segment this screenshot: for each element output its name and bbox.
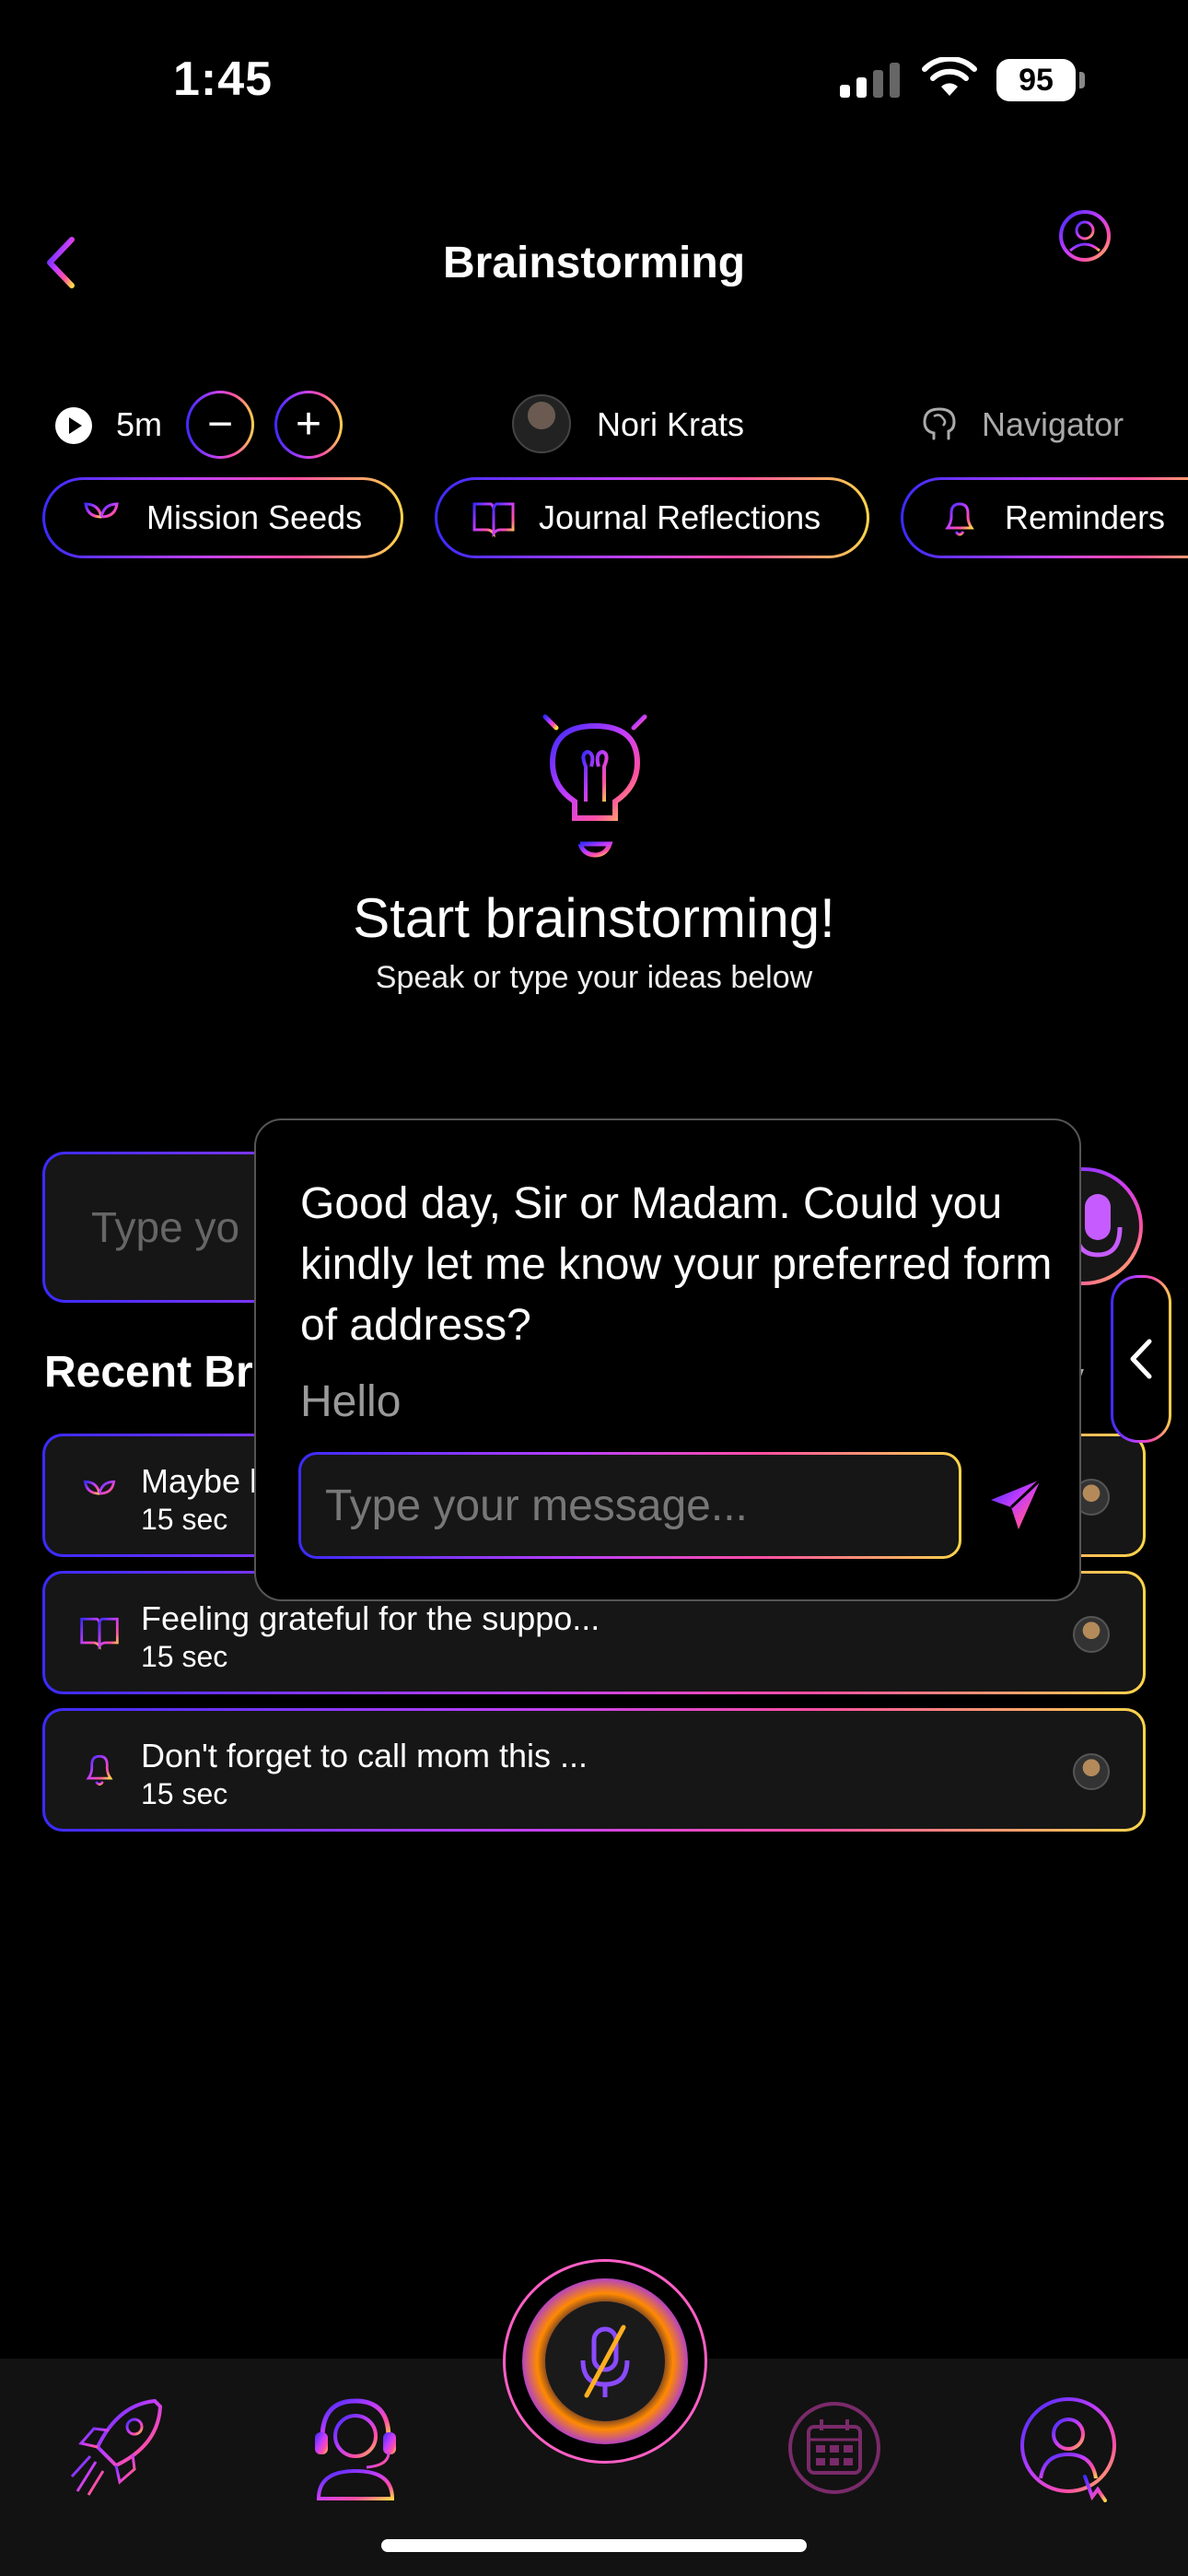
list-item-text: Feeling grateful for the suppo...	[141, 1599, 600, 1637]
profile-menu-icon[interactable]	[1048, 205, 1122, 324]
voice-record-ring	[522, 2278, 688, 2444]
sprout-icon	[83, 1480, 116, 1511]
rocket-icon[interactable]	[63, 2388, 173, 2508]
user-name[interactable]: Nori Krats	[597, 405, 744, 444]
chevron-left-icon	[1130, 1339, 1152, 1379]
list-item-duration: 15 sec	[141, 1503, 228, 1536]
send-icon[interactable]	[984, 1472, 1048, 1537]
list-item-text: Maybe l	[141, 1462, 258, 1500]
wifi-icon	[922, 57, 977, 96]
page-title: Brainstorming	[442, 239, 746, 287]
list-item-duration: 15 sec	[141, 1777, 228, 1810]
list-item[interactable]: Don't forget to call mom this ... 15 sec	[42, 1708, 1146, 1832]
bell-icon	[86, 1754, 113, 1786]
calendar-icon[interactable]	[779, 2388, 890, 2508]
voice-record-core	[545, 2301, 665, 2421]
battery-tip	[1079, 72, 1085, 88]
category-label: Reminders	[1005, 498, 1166, 536]
message-input[interactable]: Type your message...	[298, 1452, 961, 1559]
profile-icon[interactable]	[1013, 2388, 1124, 2508]
signal-icon	[840, 61, 900, 98]
book-icon	[80, 1617, 119, 1650]
session-controls: 5m − + Nori Krats Navigator	[0, 391, 1188, 459]
sprout-icon	[84, 502, 119, 537]
bell-icon	[945, 502, 974, 536]
voice-record-button[interactable]	[503, 2259, 707, 2464]
category-journal-reflections[interactable]: Journal Reflections	[435, 477, 869, 558]
side-panel-toggle[interactable]	[1111, 1275, 1171, 1443]
battery-indicator: 95	[996, 59, 1076, 101]
chat-popup: Good day, Sir or Madam. Could you kindly…	[254, 1118, 1081, 1601]
hero-title: Start brainstorming!	[353, 887, 835, 949]
recent-section-title: Recent Br	[44, 1348, 253, 1397]
play-icon[interactable]	[55, 407, 92, 444]
mode-label[interactable]: Navigator	[982, 405, 1124, 444]
idea-input-placeholder: Type yo	[91, 1203, 240, 1251]
category-label: Journal Reflections	[539, 498, 821, 536]
hero-subtitle: Speak or type your ideas below	[375, 960, 813, 995]
increase-duration-button[interactable]: +	[274, 391, 343, 459]
duration-label: 5m	[116, 405, 163, 443]
message-input-placeholder: Type your message...	[325, 1481, 748, 1530]
brain-icon[interactable]	[917, 402, 961, 446]
lightbulb-icon	[522, 694, 668, 858]
avatar	[1073, 1753, 1110, 1790]
category-reminders[interactable]: Reminders	[901, 477, 1188, 558]
status-time: 1:45	[173, 53, 274, 106]
book-icon	[472, 502, 515, 538]
list-item-duration: 15 sec	[141, 1640, 228, 1673]
user-reply: Hello	[300, 1377, 402, 1426]
avatar	[1073, 1616, 1110, 1653]
category-mission-seeds[interactable]: Mission Seeds	[42, 477, 403, 558]
assistant-message: Good day, Sir or Madam. Could you kindly…	[300, 1179, 1053, 1350]
category-label: Mission Seeds	[146, 498, 363, 536]
home-indicator	[381, 2539, 807, 2552]
mic-muted-icon	[580, 2324, 630, 2398]
decrease-duration-button[interactable]: −	[186, 391, 254, 459]
headset-support-icon[interactable]	[300, 2388, 411, 2508]
avatar[interactable]	[512, 394, 571, 453]
status-bar: 1:45 95	[0, 0, 1188, 157]
list-item-text: Don't forget to call mom this ...	[141, 1737, 588, 1774]
